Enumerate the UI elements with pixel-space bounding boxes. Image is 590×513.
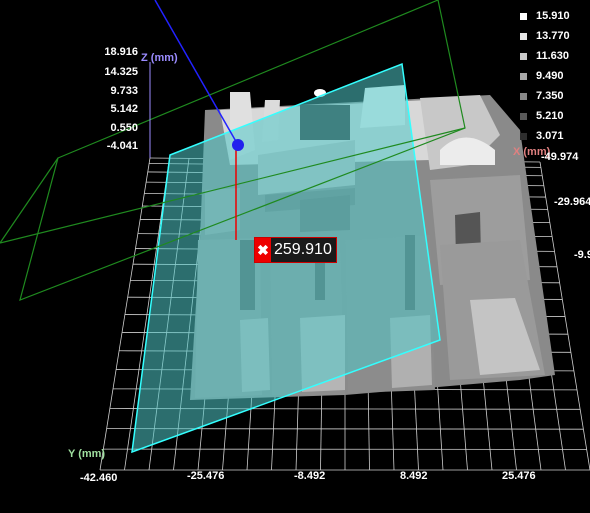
probe-line-blue <box>154 0 239 146</box>
legend-item: 7.350 <box>520 86 570 106</box>
probe-point[interactable] <box>232 139 244 151</box>
legend-value: 3.071 <box>536 130 564 142</box>
x-tick: -29.964 <box>554 196 590 208</box>
z-tick: 18.916 <box>104 46 138 58</box>
x-tick: -49.974 <box>541 151 579 163</box>
z-tick: -4.041 <box>106 140 138 152</box>
legend-swatch <box>520 12 527 20</box>
legend-item: 13.770 <box>520 26 570 46</box>
x-tick: -9.9 <box>574 249 590 261</box>
legend-swatch <box>520 112 527 120</box>
y-tick: -42.460 <box>80 472 118 484</box>
legend-value: 7.350 <box>536 90 564 102</box>
legend-swatch <box>520 92 527 100</box>
z-tick: 9.733 <box>110 85 138 97</box>
close-icon[interactable]: ✖ <box>255 238 271 262</box>
z-tick: 5.142 <box>110 103 138 115</box>
legend-item: 15.910 <box>520 6 570 26</box>
legend-item: 3.071 <box>520 126 570 146</box>
y-axis-title: Y (mm) <box>68 448 106 460</box>
legend-item: 5.210 <box>520 106 570 126</box>
measurement-value: 259.910 <box>274 241 332 258</box>
legend-swatch <box>520 72 527 80</box>
legend-value: 9.490 <box>536 70 564 82</box>
measurement-marker[interactable]: ✖ 259.910 <box>254 237 337 263</box>
z-axis-title: Z (mm) <box>141 52 178 64</box>
legend-value: 5.210 <box>536 110 564 122</box>
z-tick: 14.325 <box>104 66 138 78</box>
legend-item: 11.630 <box>520 46 570 66</box>
y-tick: 8.492 <box>400 470 428 482</box>
legend-value: 13.770 <box>536 30 570 42</box>
height-color-legend: 15.910 13.770 11.630 9.490 7.350 5.210 3.071 <box>520 6 570 146</box>
y-tick: -8.492 <box>294 470 326 482</box>
z-tick: 0.550 <box>110 122 138 134</box>
legend-item: 9.490 <box>520 66 570 86</box>
legend-swatch <box>520 132 527 140</box>
legend-swatch <box>520 52 527 60</box>
legend-swatch <box>520 32 527 40</box>
legend-value: 15.910 <box>536 10 570 22</box>
y-tick: -25.476 <box>187 470 225 482</box>
y-tick: 25.476 <box>502 470 536 482</box>
legend-value: 11.630 <box>536 50 570 62</box>
